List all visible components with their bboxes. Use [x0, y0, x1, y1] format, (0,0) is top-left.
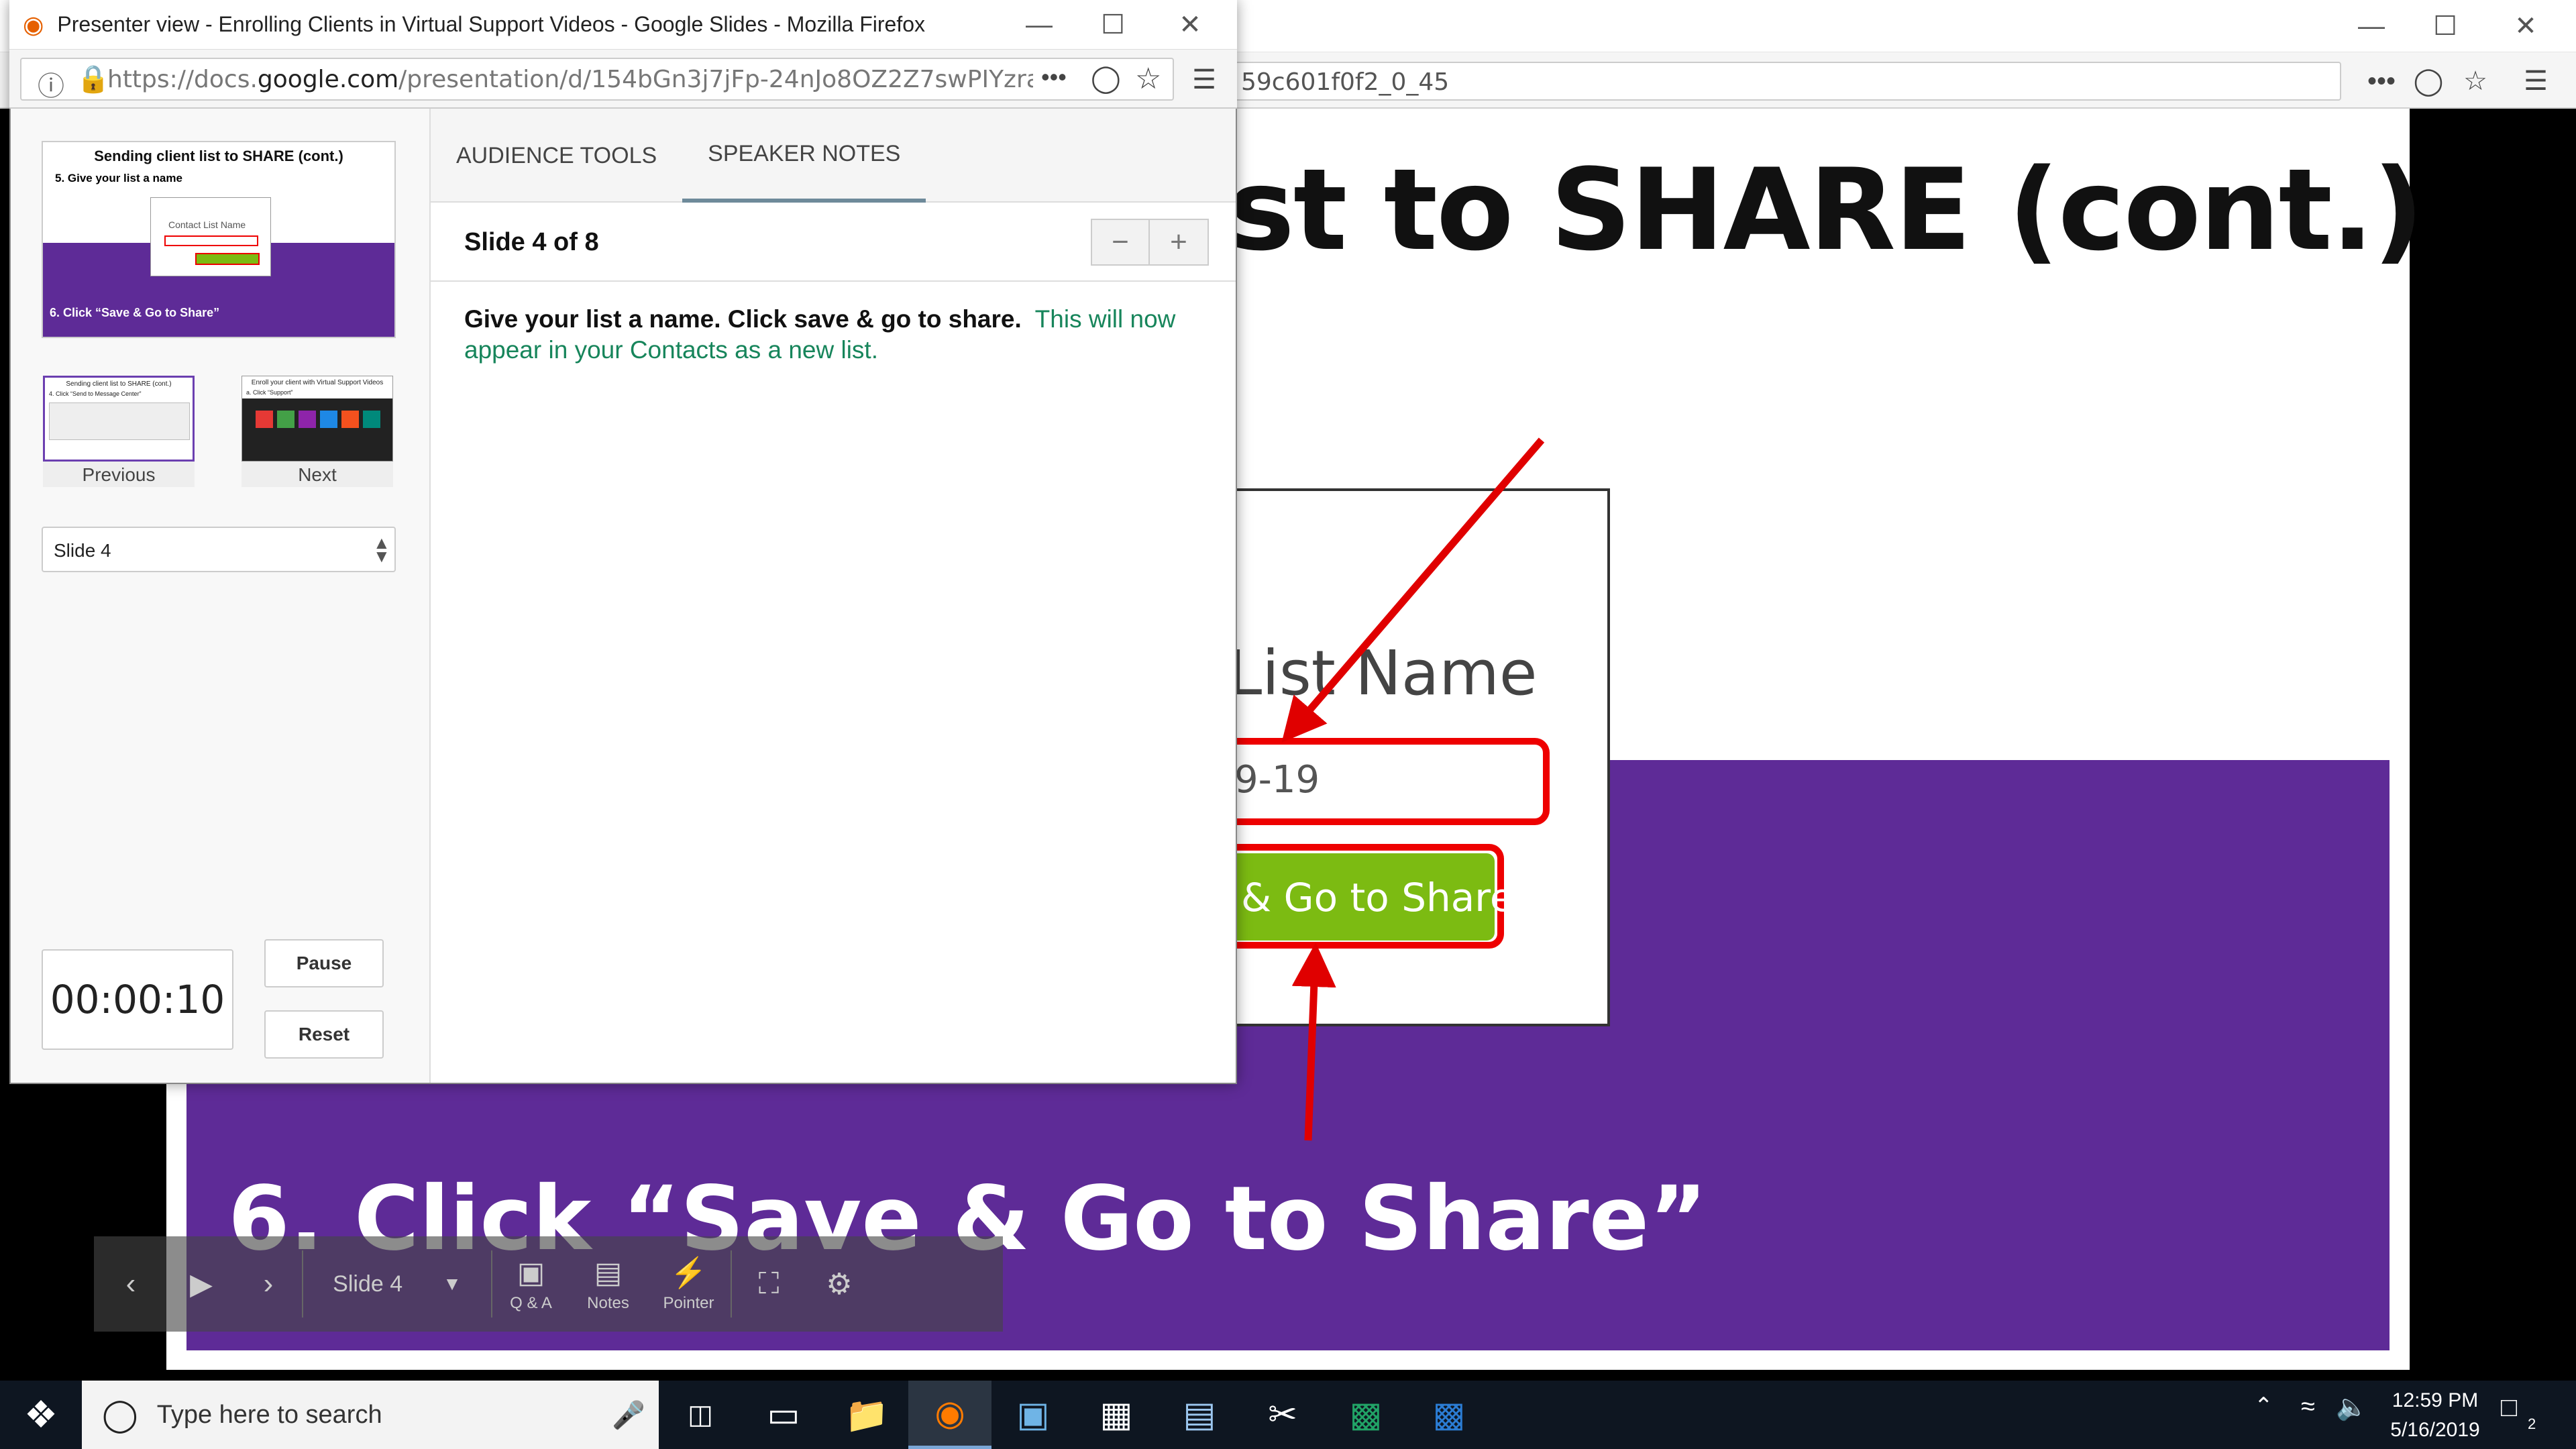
notification-count: 2	[2528, 1415, 2536, 1432]
slide-select-dropdown[interactable]: Slide 4 ▲ ▼	[42, 527, 396, 572]
presenter-minimize-icon[interactable]: —	[1002, 0, 1076, 50]
prev-thumb-title: Sending client list to SHARE (cont.)	[66, 380, 172, 388]
tile	[256, 411, 273, 428]
info-icon[interactable]: ⓘ	[38, 64, 64, 103]
chevron-down-icon: ▼	[443, 1273, 462, 1294]
reset-button[interactable]: Reset	[264, 1010, 384, 1059]
slideshow-controls: ‹ ▶ › Slide 4 ▼ ▣ Q & A ▤ Notes ⚡ Pointe…	[94, 1236, 1003, 1332]
next-label[interactable]: Next	[241, 462, 393, 487]
firefox-taskbar-icon[interactable]: ◉	[908, 1381, 991, 1449]
previous-label[interactable]: Previous	[43, 462, 195, 487]
taskbar-clock[interactable]: 12:59 PM 5/16/2019	[2368, 1386, 2502, 1445]
presenter-close-icon[interactable]: ✕	[1153, 0, 1227, 50]
arrow-to-input	[1281, 437, 1545, 743]
show-hidden-icons-icon[interactable]: ⌃	[2254, 1393, 2273, 1419]
pause-button[interactable]: Pause	[264, 939, 384, 987]
wifi-icon[interactable]: ≈	[2301, 1393, 2315, 1421]
current-thumb-input	[164, 235, 258, 246]
presenter-titlebar: ◉ Presenter view - Enrolling Clients in …	[9, 0, 1237, 50]
presenter-tabs: AUDIENCE TOOLS SPEAKER NOTES	[431, 109, 1236, 203]
updown-chevron-icon: ▲ ▼	[373, 533, 390, 566]
next-thumb-title: Enroll your client with Virtual Support …	[242, 376, 392, 389]
paint-icon[interactable]: ▤	[1158, 1381, 1241, 1449]
presenter-menu-icon[interactable]: ☰	[1181, 56, 1228, 103]
clock-date: 5/16/2019	[2390, 1419, 2480, 1441]
current-slide-thumbnail[interactable]: Sending client list to SHARE (cont.) 5. …	[42, 141, 396, 338]
word-icon[interactable]: ▩	[1407, 1381, 1491, 1449]
notes-zoom-control: − +	[1091, 219, 1209, 266]
increase-font-icon[interactable]: +	[1150, 220, 1208, 264]
notifications-icon[interactable]: □	[2501, 1393, 2517, 1423]
previous-slide-thumbnail[interactable]: Sending client list to SHARE (cont.) 4. …	[43, 376, 195, 462]
arrow-to-save	[1291, 943, 1336, 1141]
tile	[341, 411, 359, 428]
slide-count: Slide 4 of 8	[464, 228, 599, 256]
windows-start-icon[interactable]: ❖	[0, 1381, 82, 1449]
search-placeholder: Type here to search	[156, 1400, 382, 1429]
presenter-url-text: https://docs.google.com/presentation/d/1…	[107, 66, 1033, 93]
next-thumb-tiles	[256, 411, 392, 428]
task-view-icon[interactable]: ◫	[659, 1381, 742, 1449]
current-thumb-title: Sending client list to SHARE (cont.)	[94, 148, 343, 164]
pointer-button[interactable]: ⚡ Pointer	[647, 1236, 731, 1332]
prev-thumb-image	[49, 402, 190, 440]
tab-speaker-notes[interactable]: SPEAKER NOTES	[682, 109, 926, 203]
current-thumb-step6: 6. Click “Save & Go to Share”	[50, 306, 220, 319]
taskbar-search-box[interactable]: ◯ Type here to search 🎤	[82, 1381, 659, 1449]
url-host: https://docs.	[107, 66, 258, 93]
qa-icon: ▣	[517, 1256, 545, 1289]
tile	[363, 411, 380, 428]
tab-audience-tools[interactable]: AUDIENCE TOOLS	[431, 109, 682, 203]
presenter-more-actions-icon[interactable]: •••	[1041, 63, 1067, 91]
slide-picker-label: Slide 4	[333, 1271, 403, 1297]
firefox-logo-icon: ◉	[23, 10, 44, 38]
next-thumb-sub: a. Click “Support”	[242, 389, 392, 398]
presenter-maximize-icon[interactable]: ☐	[1076, 0, 1150, 50]
snipping-tool-icon[interactable]: ✂	[1241, 1381, 1324, 1449]
url-path: /presentation/d/154bGn3j7jFp-24nJo8OZ2Z7…	[398, 66, 1033, 93]
presenter-pocket-icon[interactable]: ◯	[1091, 63, 1121, 94]
current-thumb-dialog: Contact List Name	[150, 197, 271, 276]
tile	[277, 411, 294, 428]
prev-thumb-sub: 4. Click “Send to Message Center”	[49, 390, 142, 397]
qa-label: Q & A	[510, 1293, 552, 1312]
windows-taskbar: ❖ ◯ Type here to search 🎤 ◫ ▭ 📁 ◉ ▣ ▦ ▤ …	[0, 1381, 2576, 1449]
microphone-icon[interactable]: 🎤	[612, 1399, 645, 1431]
control-panel-icon[interactable]: ▣	[991, 1381, 1075, 1449]
next-slide-icon[interactable]: ›	[235, 1236, 302, 1332]
current-thumb-save	[195, 253, 260, 265]
cortana-circle-icon: ◯	[102, 1397, 138, 1433]
timer-display: 00:00:10	[42, 949, 233, 1050]
notes-app-icon[interactable]: ▭	[742, 1381, 825, 1449]
qa-button[interactable]: ▣ Q & A	[492, 1236, 570, 1332]
play-icon[interactable]: ▶	[168, 1236, 235, 1332]
next-slide-thumbnail[interactable]: Enroll your client with Virtual Support …	[241, 376, 393, 462]
url-domain: google.com	[257, 66, 399, 93]
notes-button[interactable]: ▤ Notes	[570, 1236, 647, 1332]
lock-icon: 🔒	[76, 64, 110, 94]
current-thumb-dialog-label: Contact List Name	[168, 219, 246, 230]
slide-select-value: Slide 4	[54, 540, 111, 561]
notes-label: Notes	[587, 1293, 629, 1312]
presenter-window-title: Presenter view - Enrolling Clients in Vi…	[57, 12, 926, 36]
volume-icon[interactable]: 🔈	[2336, 1393, 2367, 1422]
speaker-notes-text: Give your list a name. Click save & go t…	[464, 304, 1202, 366]
pointer-icon: ⚡	[670, 1256, 707, 1289]
notes-bold-text: Give your list a name. Click save & go t…	[464, 305, 1022, 333]
decrease-font-icon[interactable]: −	[1092, 220, 1150, 264]
clock-time: 12:59 PM	[2392, 1389, 2479, 1411]
excel-icon[interactable]: ▩	[1324, 1381, 1407, 1449]
presenter-bookmark-star-icon[interactable]: ☆	[1135, 62, 1161, 96]
tile	[320, 411, 337, 428]
fullscreen-icon[interactable]: ⛶	[732, 1236, 806, 1332]
current-thumb-step5: 5. Give your list a name	[55, 172, 182, 184]
pointer-label: Pointer	[663, 1294, 714, 1312]
file-explorer-icon[interactable]: 📁	[825, 1381, 908, 1449]
calculator-icon[interactable]: ▦	[1075, 1381, 1158, 1449]
tile	[299, 411, 316, 428]
prev-slide-icon[interactable]: ‹	[94, 1236, 168, 1332]
settings-gear-icon[interactable]: ⚙	[806, 1236, 873, 1332]
notes-icon: ▤	[594, 1256, 623, 1289]
slide-picker[interactable]: Slide 4 ▼	[303, 1236, 491, 1332]
